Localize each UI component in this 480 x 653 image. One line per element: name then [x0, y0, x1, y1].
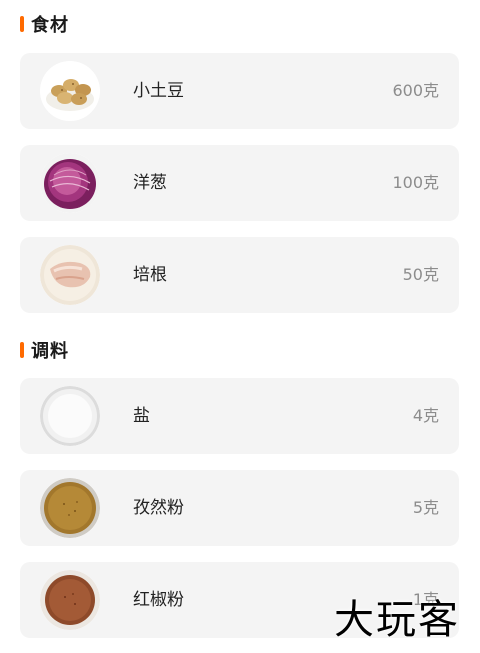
- section-title: 调料: [31, 341, 69, 362]
- section-header-ingredients: 食材: [20, 12, 69, 36]
- ingredient-amount: 100克: [392, 173, 439, 192]
- ingredient-amount: 50克: [402, 265, 439, 284]
- ingredient-name: 盐: [133, 406, 150, 426]
- section-title: 食材: [31, 15, 69, 36]
- ingredient-name: 培根: [133, 265, 167, 285]
- cumin-powder-icon: [40, 478, 100, 538]
- ingredient-name: 红椒粉: [133, 590, 184, 610]
- ingredient-row-bacon[interactable]: 培根 50克: [20, 237, 459, 313]
- bacon-icon: [40, 245, 100, 305]
- watermark-logo: 大玩客: [334, 597, 460, 643]
- ingredient-name: 孜然粉: [133, 498, 184, 518]
- section-accent-bar: [20, 16, 24, 32]
- ingredient-row-potatoes[interactable]: 小土豆 600克: [20, 53, 459, 129]
- ingredient-amount: 4克: [412, 406, 439, 425]
- salt-icon: [40, 386, 100, 446]
- paprika-powder-icon: [40, 570, 100, 630]
- onion-icon: [40, 153, 100, 213]
- ingredient-name: 小土豆: [133, 81, 184, 101]
- ingredient-amount: 600克: [392, 81, 439, 100]
- section-accent-bar: [20, 342, 24, 358]
- ingredient-row-cumin-powder[interactable]: 孜然粉 5克: [20, 470, 459, 546]
- ingredient-name: 洋葱: [133, 173, 167, 193]
- ingredient-row-salt[interactable]: 盐 4克: [20, 378, 459, 454]
- section-header-seasonings: 调料: [20, 338, 69, 362]
- ingredient-row-onion[interactable]: 洋葱 100克: [20, 145, 459, 221]
- ingredient-amount: 5克: [412, 498, 439, 517]
- potatoes-icon: [40, 61, 100, 121]
